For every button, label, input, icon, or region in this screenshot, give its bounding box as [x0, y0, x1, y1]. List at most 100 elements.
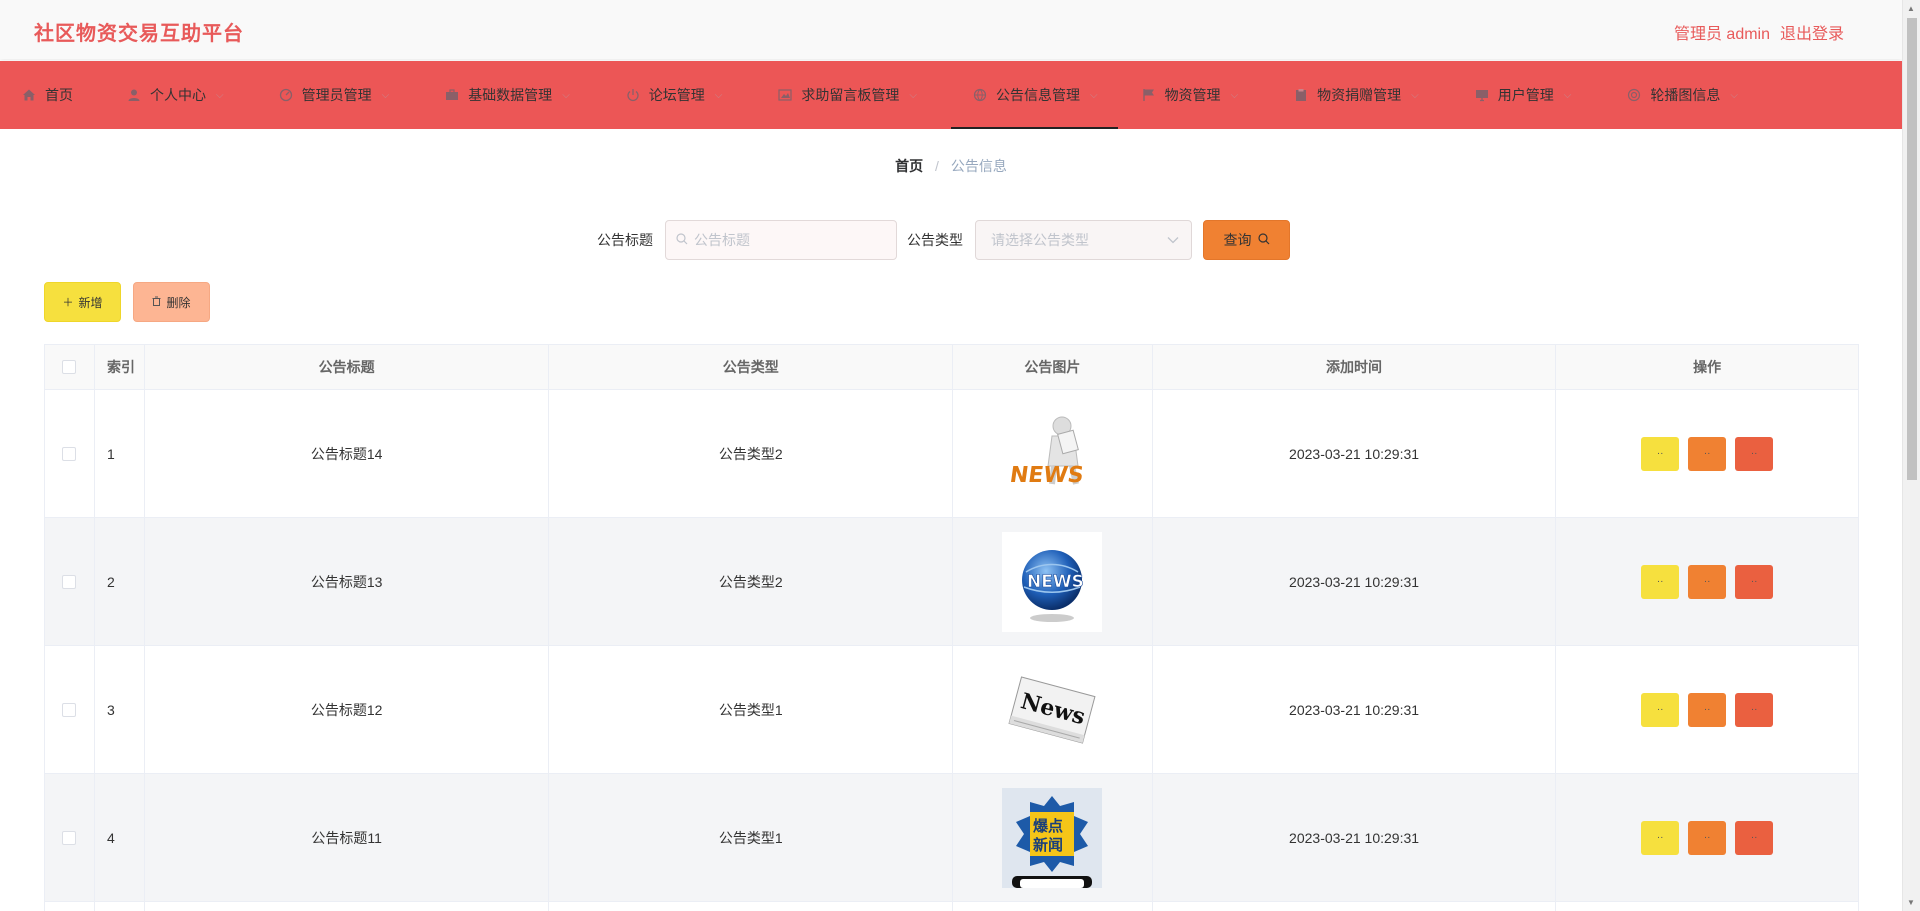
scrollbar-thumb[interactable]	[1907, 18, 1917, 480]
row-image-cell: NEWS	[953, 390, 1153, 517]
flag-icon	[1142, 88, 1156, 102]
header-image: 公告图片	[953, 345, 1153, 389]
table-header-row: 索引 公告标题 公告类型 公告图片 添加时间 操作	[45, 345, 1858, 390]
svg-text:新闻: 新闻	[1033, 836, 1063, 854]
newspaper-image[interactable]: News	[1002, 660, 1102, 760]
row-type: 公告类型2	[549, 518, 953, 645]
nav-label: 物资管理	[1164, 87, 1221, 103]
row-image-cell: 爆点 新闻	[953, 774, 1153, 901]
nav-item-user-management[interactable]: 用户管理 ⌵	[1441, 61, 1594, 129]
edit-button[interactable]: ··	[1688, 564, 1727, 599]
chevron-down-icon: ⌵	[909, 89, 917, 101]
add-button-label: 新增	[78, 295, 103, 310]
row-index: 1	[95, 390, 145, 517]
breadcrumb: 首页 / 公告信息	[0, 156, 1902, 176]
view-button[interactable]: ··	[1641, 692, 1680, 727]
row-title	[145, 902, 550, 911]
chevron-down-icon: ⌵	[381, 89, 390, 101]
row-actions: ·· ·· ··	[1556, 518, 1858, 645]
row-checkbox[interactable]	[62, 830, 77, 845]
row-actions: ·· ·· ··	[1556, 390, 1858, 517]
svg-text:爆点: 爆点	[1033, 817, 1063, 835]
view-button[interactable]: ··	[1641, 564, 1680, 599]
header-title: 公告标题	[144, 345, 550, 389]
row-delete-button[interactable]: ··	[1735, 820, 1774, 855]
nav-item-base-data-management[interactable]: 基础数据管理 ⌵	[411, 61, 592, 129]
briefcase-icon	[445, 88, 459, 102]
row-actions: ·· ·· ··	[1556, 774, 1858, 901]
row-checkbox[interactable]	[62, 702, 77, 717]
row-type: 公告类型1	[549, 774, 953, 901]
top-header: 社区物资交易互助平台 管理员 admin 退出登录	[0, 0, 1902, 59]
edit-button[interactable]: ··	[1688, 692, 1727, 727]
row-time: 2023-03-21 10:29:31	[1152, 518, 1557, 645]
nav-label: 求助留言板管理	[801, 87, 900, 103]
nav-item-goods-management[interactable]: 物资管理 ⌵	[1118, 61, 1261, 129]
nav-item-notice-management[interactable]: 公告信息管理 ⌵	[950, 61, 1118, 129]
breadcrumb-current: 公告信息	[950, 158, 1007, 174]
row-index	[95, 902, 145, 911]
main-nav: 首页 个人中心 ⌵ 管理员管理 ⌵ 基础数据管理 ⌵ 论坛管理 ⌵ 求助留言板管…	[0, 61, 1902, 129]
nav-label: 公告信息管理	[995, 87, 1080, 103]
vertical-scrollbar[interactable]: ▲ ▼	[1902, 0, 1920, 911]
chevron-down-icon: ⌵	[216, 89, 224, 101]
view-button[interactable]: ··	[1641, 436, 1680, 471]
scroll-down-icon[interactable]: ▼	[1907, 898, 1915, 907]
query-button[interactable]: 查询	[1203, 220, 1290, 260]
breadcrumb-separator: /	[935, 158, 939, 174]
breadcrumb-home[interactable]: 首页	[895, 158, 923, 174]
edit-button[interactable]: ··	[1688, 820, 1727, 855]
nav-item-forum-management[interactable]: 论坛管理 ⌵	[592, 61, 745, 129]
chevron-down-icon: ⌵	[1230, 89, 1239, 101]
plus-icon: ＋	[62, 297, 74, 309]
chevron-down-icon	[1167, 233, 1179, 247]
nav-item-donation-management[interactable]: 物资捐赠管理 ⌵	[1260, 61, 1441, 129]
row-delete-button[interactable]: ··	[1735, 692, 1774, 727]
scroll-up-icon[interactable]: ▲	[1907, 4, 1915, 13]
type-select-placeholder: 请选择公告类型	[991, 232, 1089, 248]
view-button[interactable]: ··	[1641, 820, 1680, 855]
table-row: 4 公告标题11 公告类型1 爆点 新闻 2023-03-21 10:29:31…	[45, 774, 1858, 902]
row-time: 2023-03-21 10:29:31	[1152, 774, 1557, 901]
select-all-checkbox[interactable]	[62, 360, 77, 374]
row-checkbox[interactable]	[62, 574, 77, 589]
nav-item-admin-management[interactable]: 管理员管理 ⌵	[246, 61, 412, 129]
breaking-news-image[interactable]: 爆点 新闻	[1002, 787, 1103, 888]
search-icon	[676, 232, 688, 248]
trash-icon	[152, 296, 161, 309]
row-delete-button[interactable]: ··	[1735, 564, 1774, 599]
row-delete-button[interactable]: ··	[1735, 436, 1774, 471]
delete-button[interactable]: 删除	[133, 282, 210, 322]
title-search-input[interactable]: 公告标题	[665, 220, 897, 260]
logout-link[interactable]: 退出登录	[1780, 20, 1844, 44]
nav-label: 物资捐赠管理	[1317, 87, 1402, 103]
row-title: 公告标题13	[144, 518, 550, 645]
nav-item-personal-center[interactable]: 个人中心 ⌵	[95, 61, 246, 129]
type-select[interactable]: 请选择公告类型	[975, 220, 1192, 260]
title-search-label: 公告标题	[597, 232, 653, 248]
row-title: 公告标题11	[144, 774, 550, 901]
svg-text:NEWS: NEWS	[1009, 462, 1086, 488]
globe-icon	[973, 88, 987, 102]
row-time: 2023-03-21 10:29:31	[1153, 390, 1557, 517]
search-form: 公告标题 公告标题 公告类型 请选择公告类型 查询	[597, 220, 1290, 260]
admin-user-label: 管理员 admin	[1673, 26, 1770, 43]
nav-item-home[interactable]: 首页	[0, 61, 95, 129]
clipboard-icon	[1294, 88, 1308, 102]
news-person-image[interactable]: NEWS	[1002, 404, 1102, 504]
news-globe-image[interactable]: NEWS	[1002, 531, 1103, 632]
power-icon	[626, 88, 640, 102]
row-actions	[1556, 902, 1858, 911]
row-select-cell	[45, 646, 95, 773]
chevron-down-icon: ⌵	[714, 89, 723, 101]
monitor-icon	[1475, 88, 1489, 102]
nav-item-help-board-management[interactable]: 求助留言板管理 ⌵	[744, 61, 939, 129]
edit-button[interactable]: ··	[1688, 436, 1727, 471]
nav-label: 个人中心	[150, 87, 206, 103]
row-title: 公告标题14	[145, 390, 550, 517]
svg-text:NEWS: NEWS	[1027, 572, 1084, 592]
row-select-cell	[45, 902, 95, 911]
nav-item-carousel-info[interactable]: 轮播图信息 ⌵	[1593, 61, 1760, 129]
row-checkbox[interactable]	[62, 446, 77, 461]
add-button[interactable]: ＋ 新增	[44, 282, 121, 322]
